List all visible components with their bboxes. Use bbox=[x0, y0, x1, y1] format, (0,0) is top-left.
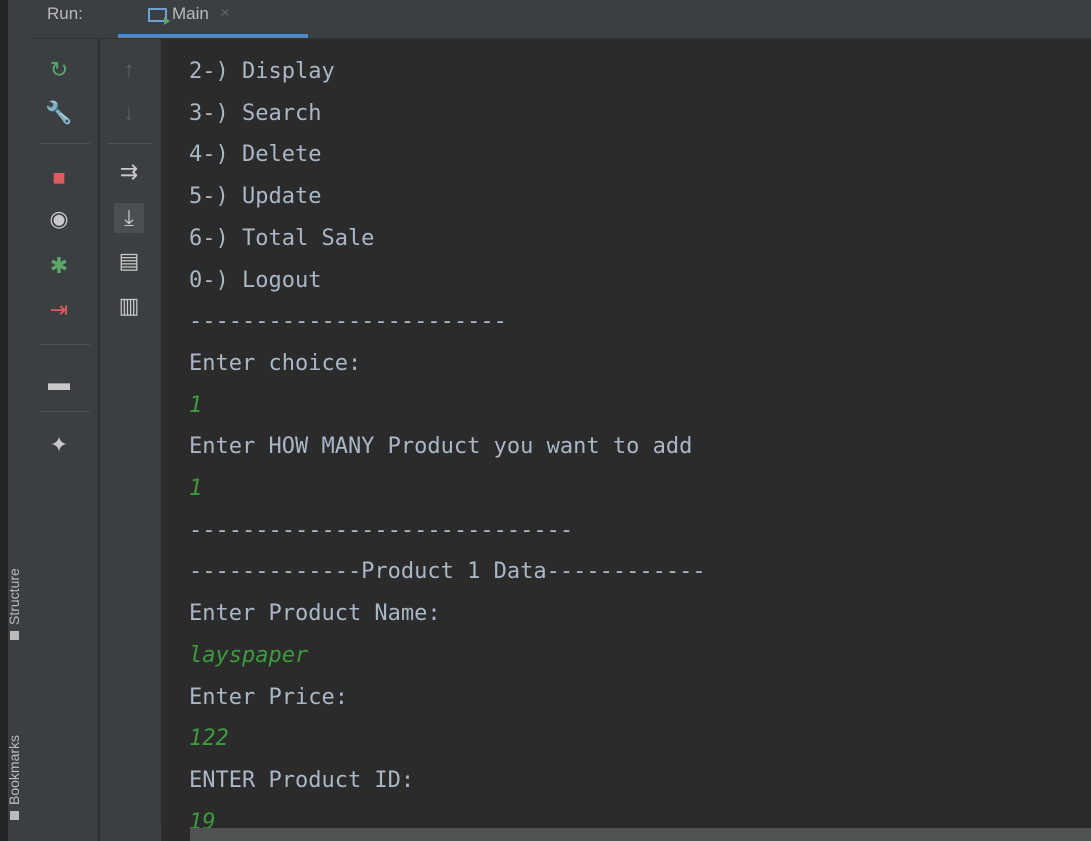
console-output-line: 6-) Total Sale bbox=[189, 225, 375, 251]
structure-icon bbox=[9, 631, 19, 640]
scroll-to-end-icon[interactable]: ⤓ bbox=[114, 203, 144, 233]
stop-icon[interactable]: ■ bbox=[44, 163, 74, 193]
close-icon[interactable]: × bbox=[220, 3, 230, 23]
bookmarks-side-tab[interactable]: Bookmarks bbox=[6, 735, 22, 820]
console-output-line: 0-) Logout bbox=[189, 267, 322, 293]
toolbar-separator bbox=[40, 143, 90, 144]
tool-window-strip: Structure Bookmarks bbox=[0, 0, 31, 841]
scroll-down-icon[interactable]: ↓ bbox=[114, 98, 144, 128]
console-input-line: layspaper bbox=[189, 642, 309, 668]
console-output-line: Enter Price: bbox=[189, 684, 348, 710]
horizontal-scrollbar[interactable] bbox=[190, 828, 1091, 841]
debug-bug-icon[interactable]: ✱ bbox=[44, 251, 74, 281]
console-input-line: 1 bbox=[189, 476, 203, 501]
tab-main[interactable]: Main × bbox=[118, 0, 308, 38]
print-icon[interactable]: ▤ bbox=[114, 246, 144, 276]
application-icon bbox=[148, 8, 170, 25]
tab-main-label: Main bbox=[172, 4, 209, 23]
console-output-line: ----------------------------- bbox=[189, 517, 574, 543]
run-header: Run: Main × bbox=[30, 0, 1091, 39]
run-label: Run: bbox=[47, 4, 83, 23]
console-output-line: 5-) Update bbox=[189, 184, 322, 210]
console-output-line: 4-) Delete bbox=[189, 142, 322, 168]
trash-icon[interactable]: ▥ bbox=[114, 291, 144, 321]
wrench-icon[interactable]: 🔧 bbox=[44, 98, 74, 128]
structure-side-tab-label: Structure bbox=[6, 568, 22, 625]
active-tab-indicator bbox=[118, 34, 308, 38]
run-actions-toolbar: ↻ 🔧 ■ ◉ ✱ ⇥ ▬ ✦ bbox=[30, 39, 98, 841]
console-output-line: Enter choice: bbox=[189, 350, 362, 376]
exit-icon[interactable]: ⇥ bbox=[44, 295, 74, 325]
scroll-up-icon[interactable]: ↑ bbox=[114, 55, 144, 85]
soft-wrap-icon[interactable]: ⇉ bbox=[114, 157, 144, 187]
toolbar-separator bbox=[40, 411, 90, 412]
toolbar-separator bbox=[108, 143, 152, 144]
run-tool-window: Structure Bookmarks Run: Main × ↻ 🔧 ■ ◉ ✱ ⇥ ▬ ✦… bbox=[0, 0, 1091, 841]
console-output[interactable]: 2-) Display 3-) Search 4-) Delete 5-) Updat… bbox=[161, 39, 1091, 835]
console-output-line: -------------Product 1 Data------------ bbox=[189, 559, 706, 585]
camera-icon[interactable]: ◉ bbox=[44, 204, 74, 234]
pin-icon[interactable]: ✦ bbox=[44, 430, 74, 460]
bookmarks-side-tab-label: Bookmarks bbox=[6, 734, 22, 805]
toolbar-separator bbox=[40, 344, 90, 345]
console-output-line: ------------------------ bbox=[189, 309, 507, 335]
structure-side-tab[interactable]: Structure bbox=[6, 568, 22, 640]
strip-edge bbox=[0, 0, 8, 841]
console-output-line: Enter HOW MANY Product you want to add bbox=[189, 434, 693, 460]
layout-icon[interactable]: ▬ bbox=[44, 368, 74, 398]
console-output-line: 2-) Display bbox=[189, 59, 335, 84]
console-input-line: 1 bbox=[189, 392, 203, 418]
console-output-line: ENTER Product ID: bbox=[189, 767, 415, 793]
rerun-icon[interactable]: ↻ bbox=[44, 55, 74, 85]
console-input-line: 122 bbox=[189, 726, 229, 752]
console-actions-toolbar: ↑ ↓ ⇉ ⤓ ▤ ▥ bbox=[99, 39, 162, 841]
console-output-line: 3-) Search bbox=[189, 100, 322, 126]
console-output-line: Enter Product Name: bbox=[189, 601, 441, 627]
bookmark-icon bbox=[9, 811, 19, 820]
